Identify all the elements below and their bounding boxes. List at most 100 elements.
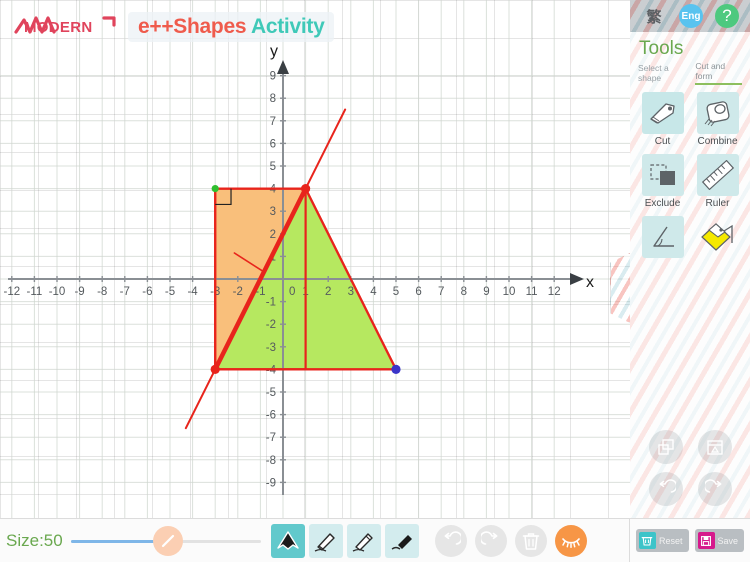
eye-icon [561,537,580,548]
panel-collapse-tab[interactable] [610,253,630,323]
y-tick-label: -6 [266,410,276,422]
tools-panel: 繁 Eng ? Tools Select a shape Cut and for… [630,0,750,518]
undo-icon [444,530,461,545]
tool-cut-label: Cut [654,136,671,147]
y-tick-label: -8 [266,455,276,467]
x-tick-label: 3 [348,286,354,298]
duplicate-button[interactable] [648,430,683,464]
tools-body: Tools Select a shape Cut and form Cut Co… [630,32,750,273]
x-tick-label: 9 [483,286,489,298]
canvas-undo-button[interactable] [434,524,467,557]
x-tick-label: -11 [27,286,43,298]
x-tick-label: -9 [74,286,84,298]
redo-icon [480,530,498,545]
tool-combine[interactable]: Combine [693,92,742,149]
delete-shape-icon [706,440,723,455]
help-button[interactable]: ? [715,4,739,28]
redo-icon [704,479,721,493]
canvas-redo-button[interactable] [474,524,507,557]
slider-thumb[interactable] [152,525,183,556]
eraser-tool-icon [391,534,412,550]
reset-icon [638,532,656,549]
x-tick-label: -5 [165,286,175,298]
tool-ruler-label: Ruler [705,198,730,209]
polygon-tool-button[interactable] [270,523,305,558]
x-tick-label: 5 [393,286,399,298]
pencil-tool-icon [314,532,335,552]
eraser-tool-button[interactable] [384,523,419,558]
x-tick-label: -8 [97,286,107,298]
slider-track-fill [70,539,164,543]
save-icon [697,532,715,549]
tools-heading: Tools [639,38,684,59]
save-label: Save [717,535,739,546]
vertex-bottom-left[interactable] [210,364,220,374]
page-title: e++Shapes Activity [128,12,335,42]
page-title-secondary: Activity [250,15,325,38]
vertex-top[interactable] [301,184,311,194]
x-tick-label: -10 [49,286,66,298]
y-axis-label: y [270,43,278,60]
visibility-button[interactable] [554,524,587,557]
tools-subtabs: Select a shape Cut and form [638,61,742,85]
panel-redo-button[interactable] [697,472,732,506]
x-tick-label: -4 [187,286,198,298]
page-title-primary: e++Shapes [138,15,247,38]
tool-fold-label [693,259,742,273]
graph-canvas[interactable]: x y -12 -11 -10 -9 -8 -7 -6 -5 -4 -3 -2 -1 1 2 3 4 5 6 7 8 9 10… [0,0,630,518]
x-tick-label: 12 [548,286,561,298]
polygon-tool-icon [277,530,299,550]
pen-tool-button[interactable] [346,523,381,558]
angle-icon [652,226,674,247]
bottom-toolbar-right: Reset Save [630,519,750,562]
language-chinese-label: 繁 [646,8,662,26]
x-axis-arrow [570,273,584,285]
y-axis-arrow [277,60,289,74]
tool-ruler[interactable]: Ruler [693,154,742,211]
y-tick-label: -7 [266,432,276,444]
vertex-rect-topleft[interactable] [211,185,219,193]
tool-fold[interactable] [693,216,742,273]
trash-icon [522,532,540,550]
x-tick-label: -2 [233,286,243,298]
panel-header: 繁 Eng ? [630,0,750,32]
y-tick-label: 6 [270,138,276,150]
help-icon: ? [722,6,732,25]
duplicate-icon [657,439,674,455]
x-tick-label: -12 [3,286,20,298]
coordinate-plane[interactable]: x y -12 -11 -10 -9 -8 -7 -6 -5 -4 -3 -2 -1 1 2 3 4 5 6 7 8 9 10… [0,0,630,518]
tool-cut[interactable]: Cut [638,92,687,149]
tab-cut-and-form[interactable]: Cut and form [695,61,742,85]
app-root: x y -12 -11 -10 -9 -8 -7 -6 -5 -4 -3 -2 -1 1 2 3 4 5 6 7 8 9 10… [0,0,750,562]
delete-shape-button[interactable] [697,430,732,464]
tool-angle[interactable] [638,216,687,273]
x-tick-label: 4 [370,286,377,298]
language-english-button[interactable]: Eng [679,4,703,28]
origin-label: 0 [289,286,295,298]
x-tick-label: 8 [461,286,467,298]
save-button[interactable]: Save [694,529,745,552]
tool-angle-label [638,259,687,273]
vertex-bottom-right[interactable] [391,364,401,374]
reset-button[interactable]: Reset [635,529,689,552]
tool-combine-label: Combine [697,136,738,147]
x-tick-label: 7 [438,286,444,298]
x-tick-label: -7 [120,286,130,298]
language-chinese-button[interactable]: 繁 [641,4,667,28]
y-tick-label: -9 [266,477,276,489]
fold-icon [700,223,733,251]
y-tick-label: 8 [270,93,276,105]
tool-grid: Cut Combine Exclude Ruler [638,92,742,273]
tool-exclude[interactable]: Exclude [638,154,687,211]
y-tick-label: -3 [266,342,276,354]
modern-logo: MODERN [14,16,116,36]
y-tick-label: -2 [266,319,276,331]
pen-tool-icon [352,532,373,552]
panel-undo-button[interactable] [648,472,683,506]
reset-label: Reset [658,535,683,546]
canvas-trash-button[interactable] [514,524,547,557]
tool-exclude-label: Exclude [644,198,681,209]
pencil-tool-button[interactable] [308,523,343,558]
size-slider[interactable] [70,525,261,556]
tab-select-a-shape[interactable]: Select a shape [638,63,691,85]
